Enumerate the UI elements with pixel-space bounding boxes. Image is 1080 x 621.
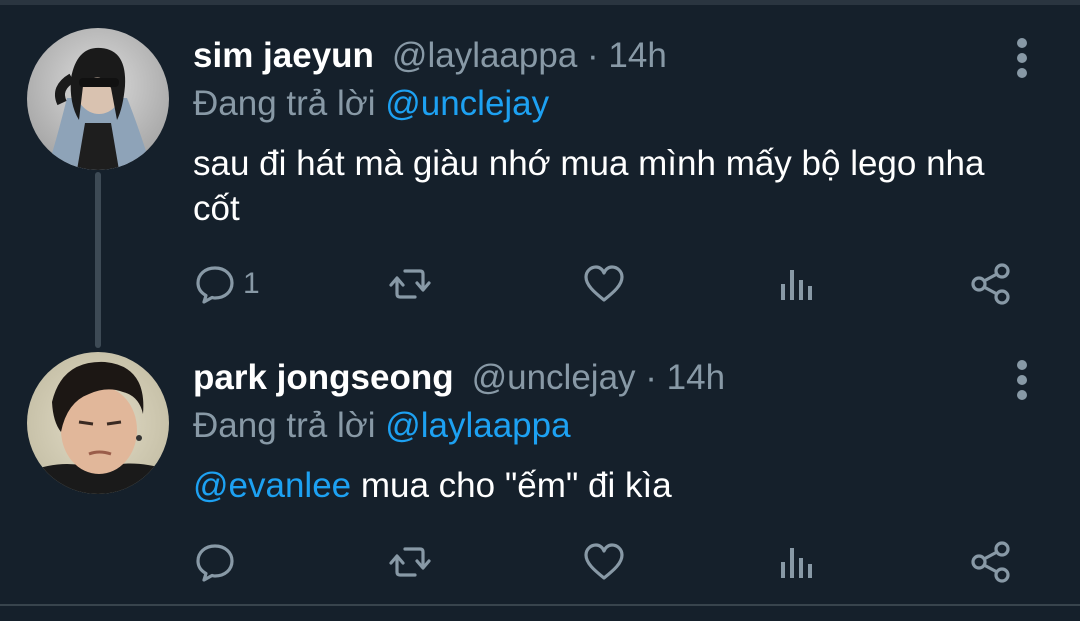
reply-count: 1 — [243, 267, 260, 300]
heart-icon — [584, 543, 624, 580]
more-vertical-icon — [1017, 38, 1027, 48]
avatar[interactable] — [27, 352, 169, 494]
heart-icon — [584, 265, 624, 302]
share-icon — [971, 541, 1010, 583]
share-button[interactable] — [969, 262, 1013, 306]
more-vertical-icon — [1017, 360, 1027, 370]
avatar[interactable] — [27, 28, 169, 170]
analytics-icon — [781, 548, 812, 578]
like-button[interactable] — [582, 262, 626, 306]
tweet-text: @evanlee mua cho "ếm" đi kìa — [193, 463, 1013, 508]
comment-icon — [196, 266, 234, 304]
mention-link[interactable]: @evanlee — [193, 466, 351, 505]
more-dot — [1017, 68, 1027, 78]
reply-button[interactable] — [193, 540, 243, 584]
bottom-divider — [0, 604, 1080, 606]
thread-connector-line — [95, 172, 101, 348]
tweet-text: sau đi hát mà giàu nhớ mua mình mấy bộ l… — [193, 144, 985, 228]
analytics-button[interactable] — [775, 540, 819, 584]
more-options-button[interactable] — [1008, 360, 1036, 400]
like-button[interactable] — [582, 540, 626, 584]
retweet-icon — [389, 547, 431, 577]
more-dot — [1017, 390, 1027, 400]
top-divider — [0, 0, 1080, 5]
handle-and-time: @unclejay · 14h — [471, 358, 726, 397]
display-name[interactable]: sim jaeyun — [193, 36, 374, 75]
replying-to-link[interactable]: @laylaappa — [385, 406, 570, 445]
display-name[interactable]: park jongseong — [193, 358, 454, 397]
comment-icon — [196, 544, 234, 582]
reply-button[interactable]: 1 — [193, 262, 260, 306]
more-options-button[interactable] — [1008, 38, 1036, 78]
tweet-header: sim jaeyun @laylaappa · 14h — [193, 36, 667, 76]
replying-to-link[interactable]: @unclejay — [385, 84, 549, 123]
share-button[interactable] — [969, 540, 1013, 584]
analytics-icon — [781, 270, 812, 300]
replying-to-label: Đang trả lời — [193, 406, 386, 445]
tweet-text-content: mua cho "ếm" đi kìa — [351, 466, 672, 505]
retweet-icon — [389, 269, 431, 299]
tweet-header: park jongseong @unclejay · 14h — [193, 358, 725, 398]
replying-to-label: Đang trả lời — [193, 84, 386, 123]
more-dot — [1017, 375, 1027, 385]
tweet-thread: sim jaeyun @laylaappa · 14h Đang trả lời … — [0, 0, 1080, 621]
retweet-button[interactable] — [388, 540, 432, 584]
replying-to: Đang trả lời @laylaappa — [193, 406, 571, 446]
replying-to: Đang trả lời @unclejay — [193, 84, 549, 124]
analytics-button[interactable] — [775, 262, 819, 306]
more-dot — [1017, 53, 1027, 63]
share-icon — [971, 263, 1010, 305]
handle-and-time: @laylaappa · 14h — [391, 36, 667, 75]
retweet-button[interactable] — [388, 262, 432, 306]
